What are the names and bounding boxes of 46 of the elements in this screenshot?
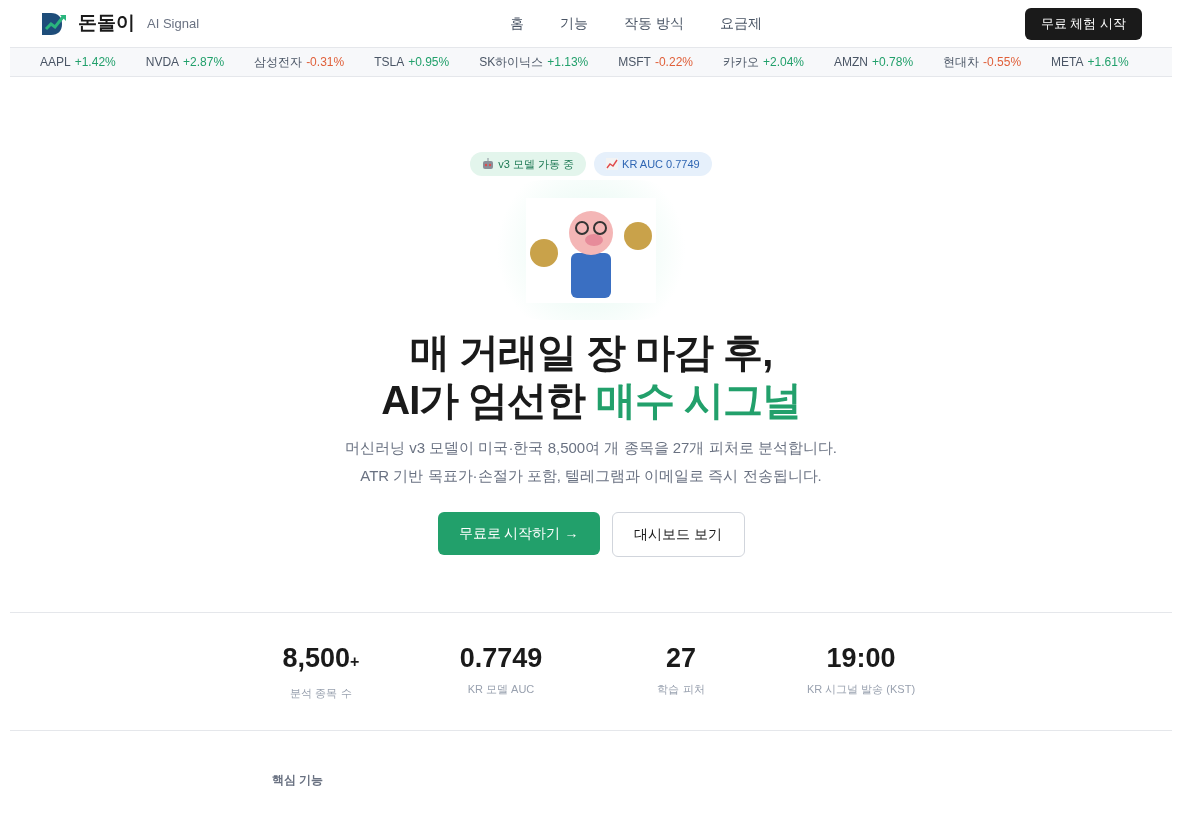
headline: 매 거래일 장 마감 후, — [408, 329, 774, 376]
headline-highlight: 매수 시그널 — [595, 378, 801, 422]
ticker-change: +1.61% — [1087, 54, 1129, 71]
ticker-change: +2.04% — [763, 54, 805, 71]
chart-line-icon — [606, 158, 619, 170]
brand-name[interactable]: 돈돌이 — [78, 9, 135, 38]
brand-tagline: AI Signal — [147, 14, 200, 33]
ticker-symbol: META — [1051, 54, 1084, 71]
ticker-symbol: 현대차 — [943, 54, 980, 71]
ticker-symbol: MSFT — [618, 54, 651, 71]
nav-link[interactable]: 작동 방식 — [624, 13, 684, 34]
nav-link[interactable]: 기능 — [560, 13, 588, 34]
dashboard-button[interactable]: 대시보드 보기 — [611, 512, 745, 557]
ticker-symbol: TSLA — [374, 54, 405, 71]
ticker-change: -0.31% — [306, 54, 345, 71]
robot-icon — [482, 158, 495, 170]
ticker-change: -0.22% — [654, 54, 693, 71]
stat-label: 학습 피처 — [657, 682, 705, 697]
ticker-symbol: 삼성전자 — [254, 54, 303, 71]
stat-value: 0.7749 — [459, 642, 543, 675]
nav-link[interactable]: 요금제 — [719, 13, 762, 34]
hero-description: ATR 기반 목표가·손절가 포함, 텔레그램과 이메일로 즉시 전송됩니다. — [359, 466, 823, 486]
stat-value: 19:00 — [826, 642, 896, 675]
nav-link[interactable]: 홈 — [510, 13, 524, 34]
ticker-symbol: AMZN — [834, 54, 869, 71]
stat-value: 27 — [665, 642, 696, 675]
ticker-change: +0.78% — [872, 54, 914, 71]
ticker-symbol: SK하이닉스 — [479, 54, 544, 71]
stat-label: KR 시그널 발송 (KST) — [806, 682, 916, 697]
section-eyebrow: 핵심 기능 — [272, 772, 324, 787]
headline: AI가 엄선한 — [381, 378, 587, 422]
stat-label: KR 모델 AUC — [467, 682, 535, 697]
ticker-change: +1.42% — [74, 54, 116, 71]
stat-label: 분석 종목 수 — [290, 686, 352, 701]
free-trial-button[interactable]: 무료 체험 시작 — [1024, 7, 1142, 40]
status-badge: KR AUC 0.7749 — [594, 152, 712, 176]
ticker-change: -0.55% — [983, 54, 1022, 71]
ticker-change: +2.87% — [183, 54, 225, 71]
status-badge: v3 모델 가동 중 — [470, 152, 587, 176]
stat-value: 8,500+ — [282, 642, 360, 675]
hero-description: 머신러닝 v3 모델이 미국·한국 8,500여 개 종목을 27개 피처로 분석합니다. — [345, 438, 837, 458]
ticker-change: +0.95% — [408, 54, 450, 71]
ticker-symbol: AAPL — [40, 54, 71, 71]
ticker-change: +1.13% — [547, 54, 589, 71]
ticker-symbol: NVDA — [145, 54, 180, 71]
ticker-symbol: 카카오 — [723, 54, 759, 71]
